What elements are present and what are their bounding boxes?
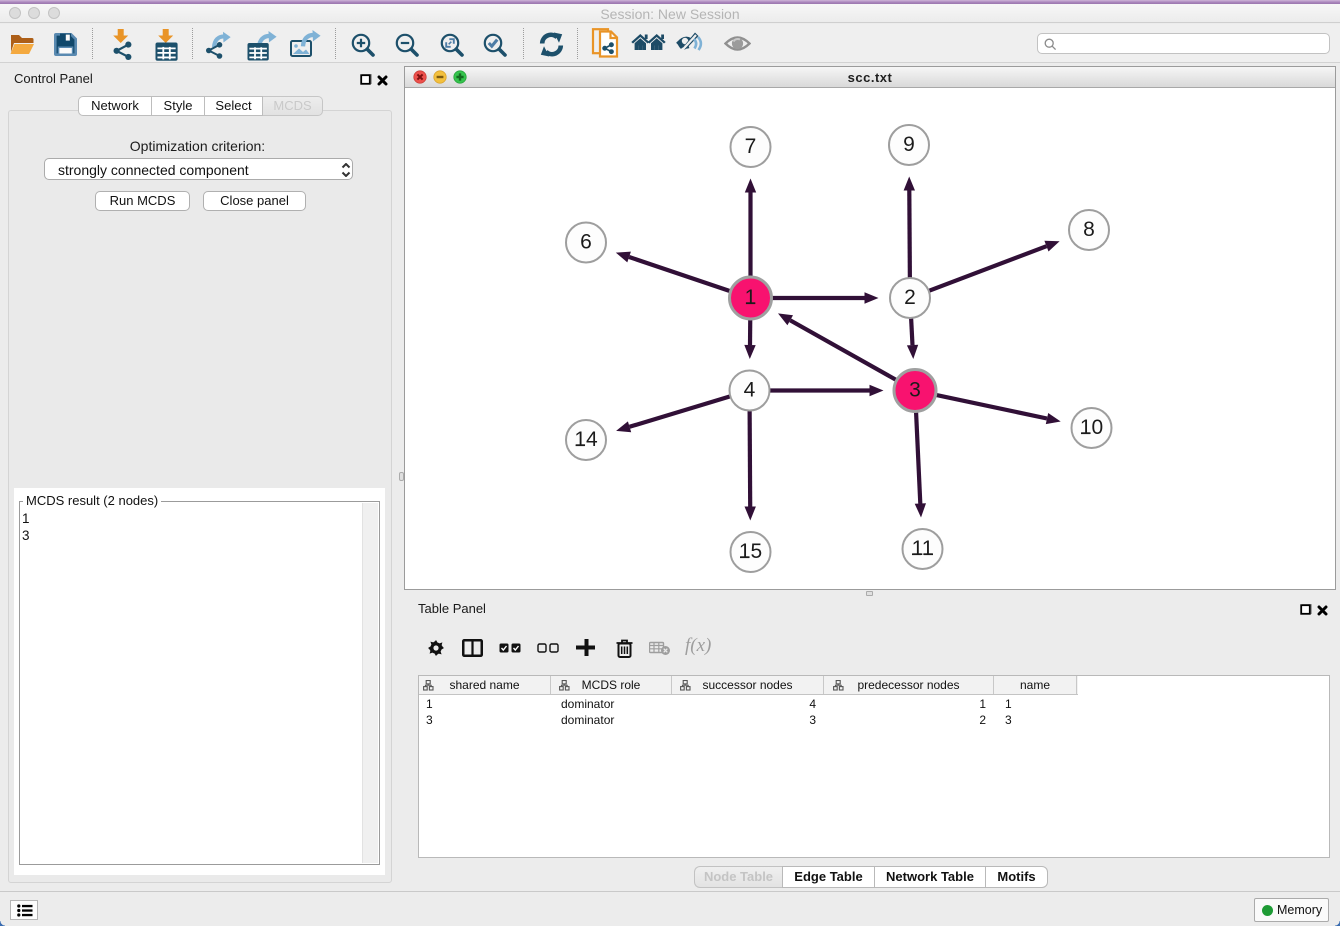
svg-text:4: 4 <box>744 379 756 402</box>
svg-text:6: 6 <box>580 231 592 254</box>
svg-text:8: 8 <box>1083 218 1095 241</box>
svg-text:10: 10 <box>1080 416 1103 439</box>
svg-text:14: 14 <box>574 428 598 451</box>
svg-text:1: 1 <box>745 286 757 309</box>
svg-text:9: 9 <box>903 133 915 156</box>
svg-text:2: 2 <box>904 286 916 309</box>
svg-text:3: 3 <box>909 379 921 402</box>
svg-text:11: 11 <box>912 537 934 560</box>
svg-text:7: 7 <box>745 135 757 158</box>
svg-text:f(x): f(x) <box>685 635 711 656</box>
svg-text:15: 15 <box>739 540 762 563</box>
